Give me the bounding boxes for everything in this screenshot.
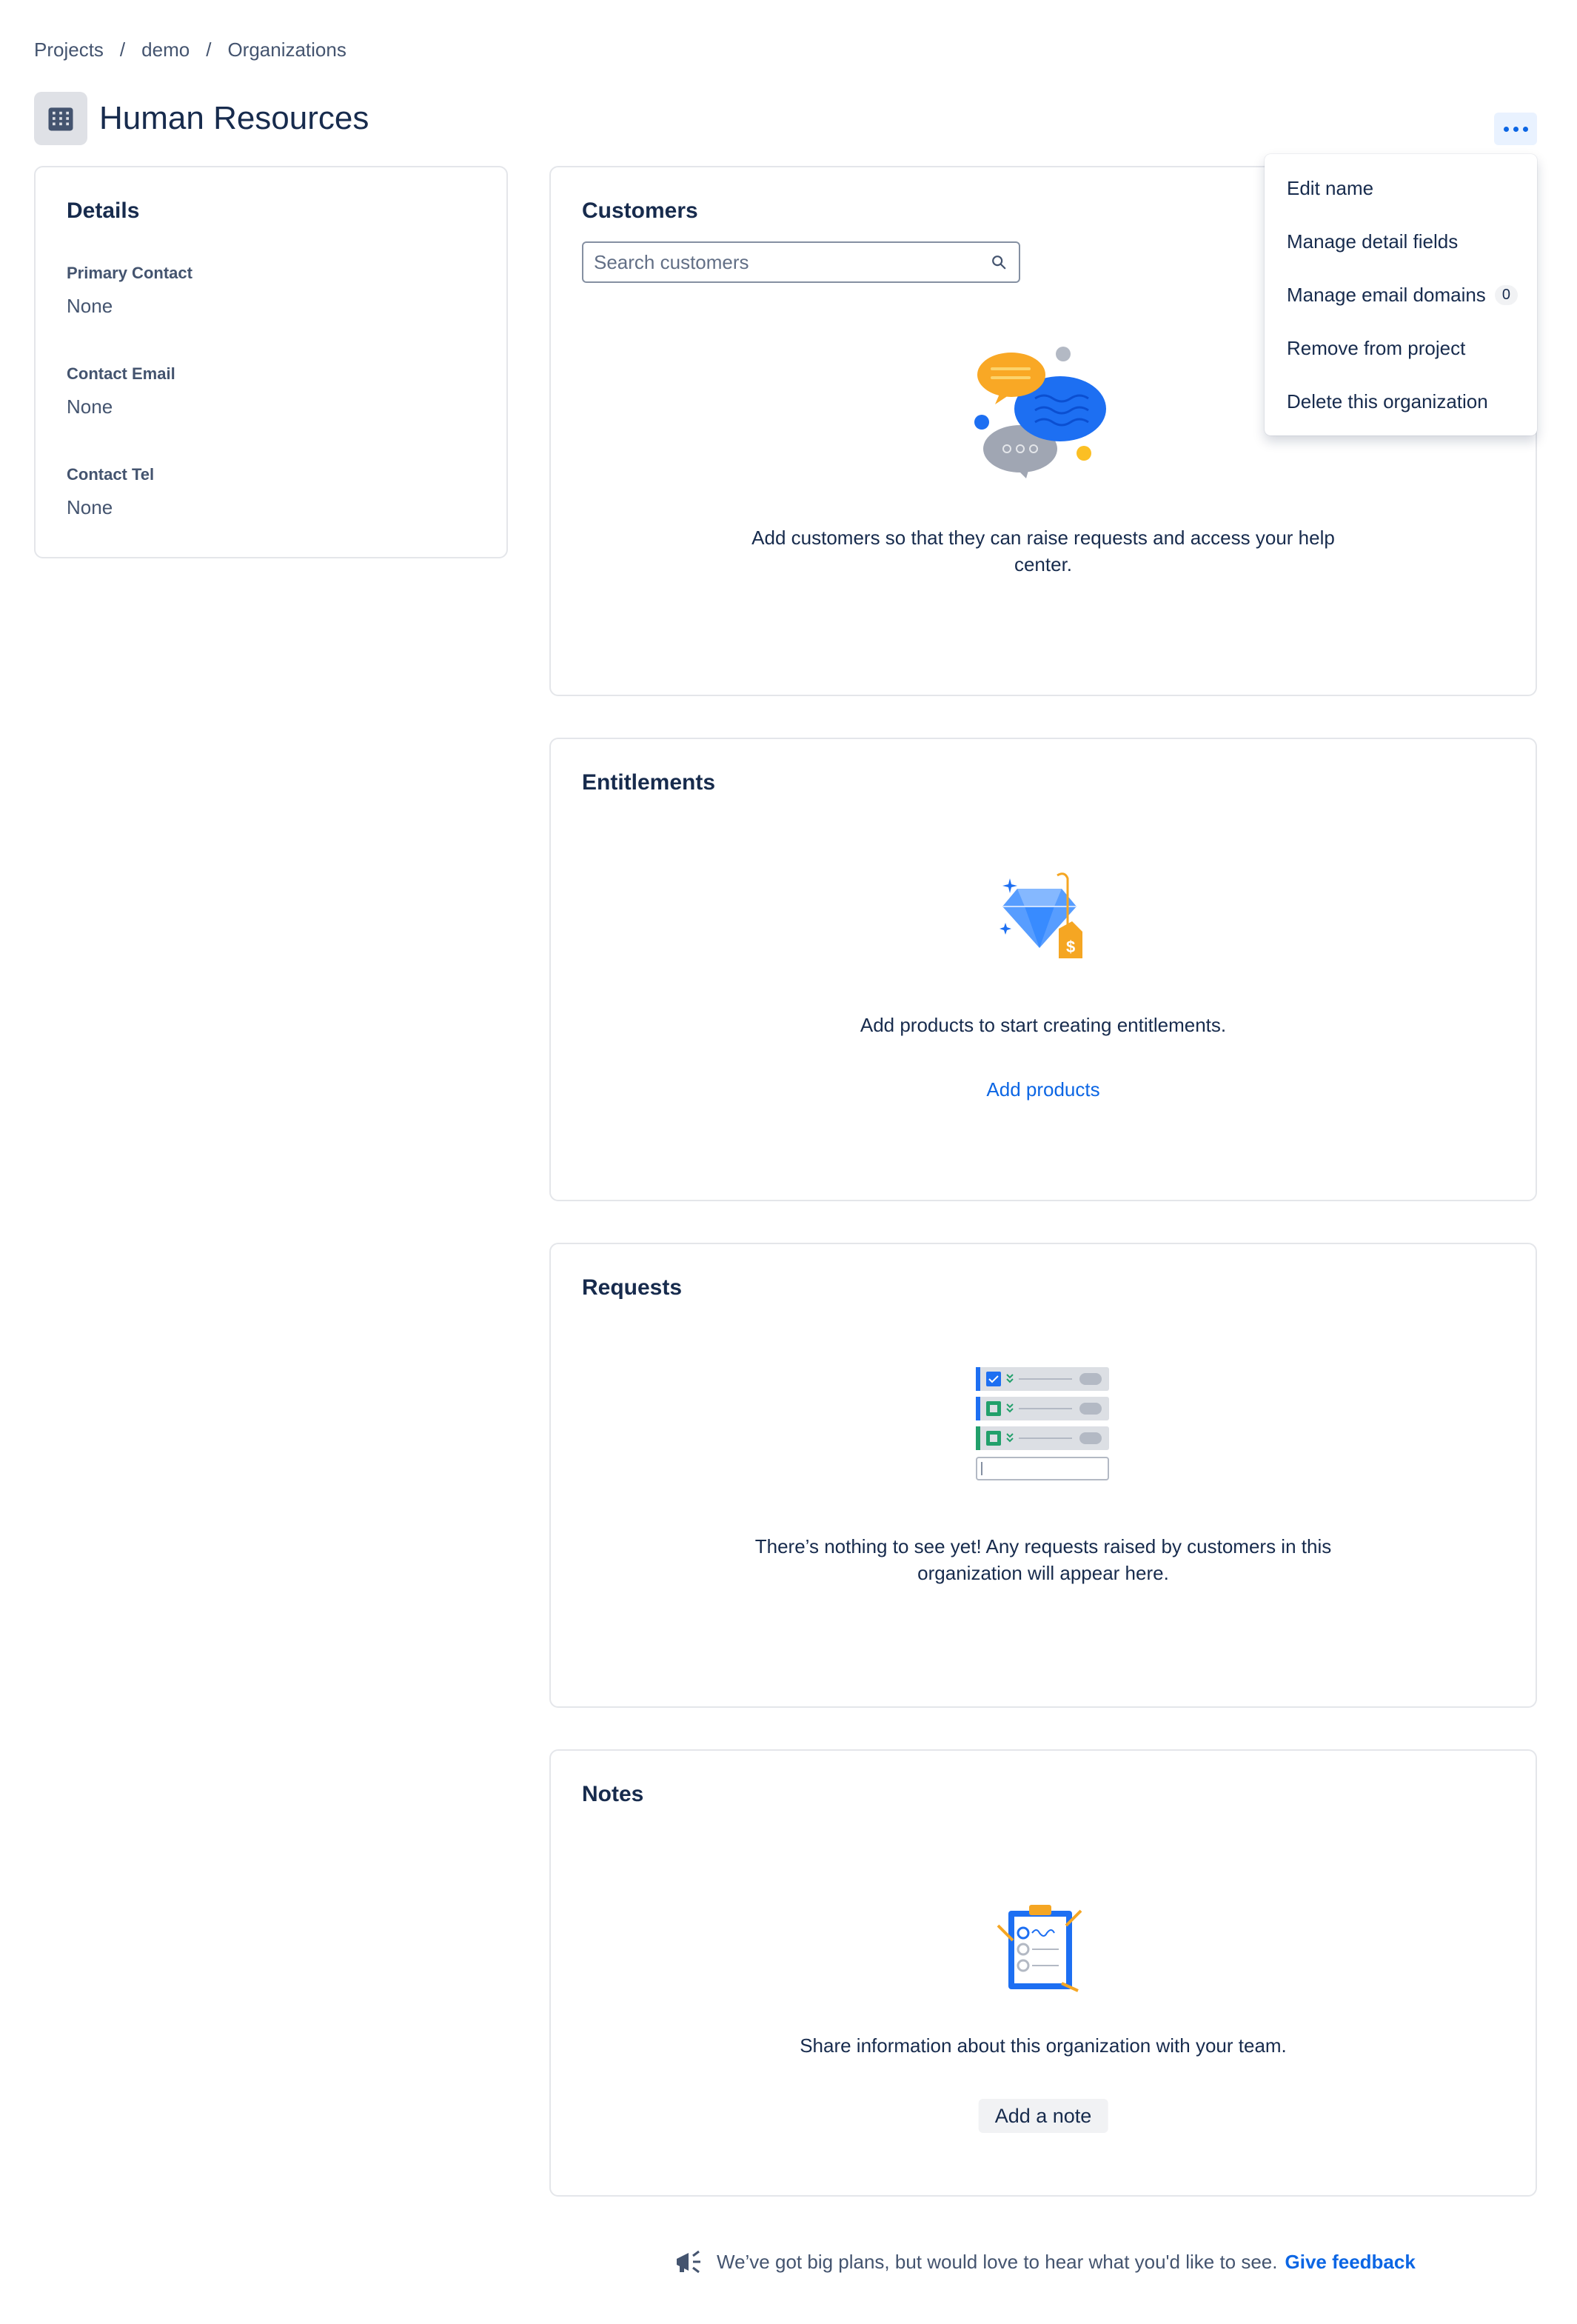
give-feedback-link[interactable]: Give feedback xyxy=(1285,2251,1416,2274)
contact-email-label: Contact Email xyxy=(67,364,175,383)
notes-empty-text: Share information about this organizatio… xyxy=(800,2034,1287,2057)
menu-item-manage-email-domains[interactable]: Manage email domains 0 xyxy=(1265,268,1537,321)
customers-title: Customers xyxy=(582,198,698,223)
breadcrumb-separator: / xyxy=(206,39,212,61)
details-title: Details xyxy=(67,198,140,223)
more-horizontal-icon xyxy=(1503,126,1509,132)
count-badge: 0 xyxy=(1494,284,1518,305)
contact-tel-value[interactable]: None xyxy=(67,496,113,519)
primary-contact-value[interactable]: None xyxy=(67,295,113,318)
breadcrumb-separator: / xyxy=(119,39,126,61)
notes-card: Notes Share information about this organ… xyxy=(549,1749,1537,2197)
diamond-price-tag-illustration: $ xyxy=(1000,872,1082,958)
organization-avatar xyxy=(34,92,87,145)
search-customers-field xyxy=(582,241,1020,283)
megaphone-icon xyxy=(677,2250,700,2274)
more-actions-button[interactable] xyxy=(1494,113,1537,145)
add-products-button[interactable]: Add products xyxy=(986,1078,1099,1101)
breadcrumb-organizations[interactable]: Organizations xyxy=(227,39,346,61)
menu-item-label: Manage email domains xyxy=(1287,283,1486,306)
primary-contact-label: Primary Contact xyxy=(67,264,192,282)
menu-item-label: Edit name xyxy=(1287,176,1374,199)
requests-empty-text: There’s nothing to see yet! Any requests… xyxy=(754,1535,1332,1584)
menu-item-delete-organization[interactable]: Delete this organization xyxy=(1265,375,1537,428)
customers-empty-text: Add customers so that they can raise req… xyxy=(751,527,1335,575)
clipboard-illustration xyxy=(997,1905,1082,1992)
menu-item-edit-name[interactable]: Edit name xyxy=(1265,161,1537,215)
menu-item-label: Delete this organization xyxy=(1287,390,1488,413)
chat-bubbles-illustration xyxy=(974,347,1106,478)
more-dot xyxy=(1513,126,1519,132)
search-icon[interactable] xyxy=(988,251,1010,273)
contact-tel-label: Contact Tel xyxy=(67,465,155,484)
request-list-illustration xyxy=(976,1367,1109,1480)
entitlements-empty-text: Add products to start creating entitleme… xyxy=(860,1014,1227,1036)
entitlements-card: Entitlements $ Add products to start cre… xyxy=(549,738,1537,1201)
breadcrumb-demo[interactable]: demo xyxy=(141,39,190,61)
menu-item-label: Manage detail fields xyxy=(1287,230,1459,253)
breadcrumb: Projects / demo / Organizations xyxy=(34,39,346,61)
svg-text:$: $ xyxy=(1066,938,1075,956)
actions-dropdown-menu: Edit name Manage detail fields Manage em… xyxy=(1265,154,1537,435)
menu-item-label: Remove from project xyxy=(1287,336,1466,359)
notes-title: Notes xyxy=(582,1782,644,1806)
menu-item-manage-detail-fields[interactable]: Manage detail fields xyxy=(1265,215,1537,268)
add-note-button[interactable]: Add a note xyxy=(978,2099,1108,2133)
requests-card: Requests There’s nothing to see yet! Any… xyxy=(549,1243,1537,1708)
feedback-text: We’ve got big plans, but would love to h… xyxy=(717,2250,1278,2273)
search-customers-input[interactable] xyxy=(592,250,988,275)
entitlements-title: Entitlements xyxy=(582,770,716,795)
page-title: Human Resources xyxy=(99,100,369,136)
more-dot xyxy=(1522,126,1528,132)
contact-email-value[interactable]: None xyxy=(67,395,113,418)
menu-item-remove-from-project[interactable]: Remove from project xyxy=(1265,321,1537,375)
breadcrumb-projects[interactable]: Projects xyxy=(34,39,104,61)
requests-title: Requests xyxy=(582,1275,683,1300)
building-icon xyxy=(48,107,73,131)
details-card: Details Primary Contact None Contact Ema… xyxy=(34,166,508,558)
feedback-footer: We’ve got big plans, but would love to h… xyxy=(674,2248,1416,2275)
